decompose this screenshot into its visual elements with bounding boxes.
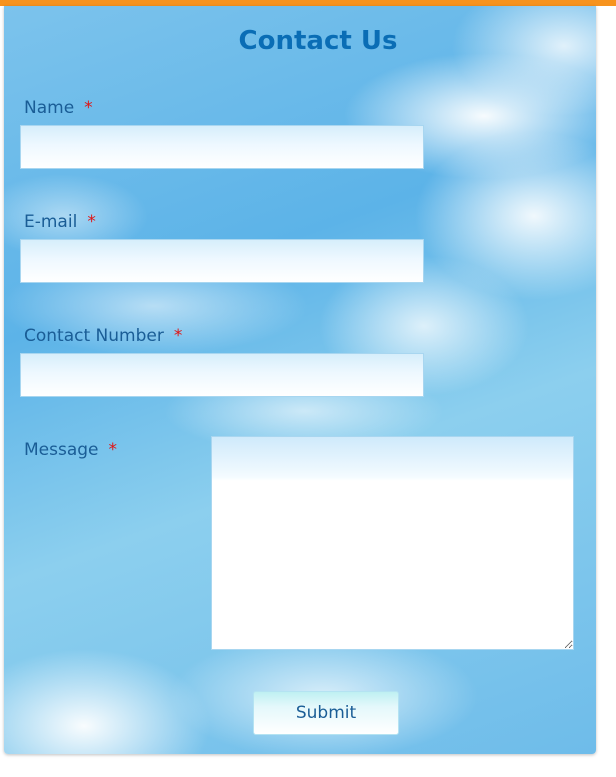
email-label: E-mail * — [24, 212, 96, 232]
name-input[interactable] — [20, 125, 424, 169]
name-label: Name * — [24, 98, 93, 118]
email-input[interactable] — [20, 239, 424, 283]
email-label-text: E-mail — [24, 212, 78, 232]
message-label: Message * — [24, 440, 117, 460]
required-marker: * — [87, 212, 96, 232]
required-marker: * — [108, 440, 118, 460]
message-textarea[interactable] — [211, 436, 574, 650]
contact-form: Contact Us Name * E-mail * Contact Number *… — [4, 6, 596, 754]
form-title: Contact Us — [238, 26, 398, 56]
message-label-text: Message — [24, 440, 99, 460]
required-marker: * — [84, 98, 93, 118]
contact-number-input[interactable] — [20, 353, 424, 397]
name-label-text: Name — [24, 98, 75, 118]
contact-number-label: Contact Number * — [24, 326, 182, 346]
required-marker: * — [173, 326, 183, 346]
contact-number-label-text: Contact Number — [24, 326, 164, 346]
submit-button[interactable]: Submit — [253, 691, 399, 735]
